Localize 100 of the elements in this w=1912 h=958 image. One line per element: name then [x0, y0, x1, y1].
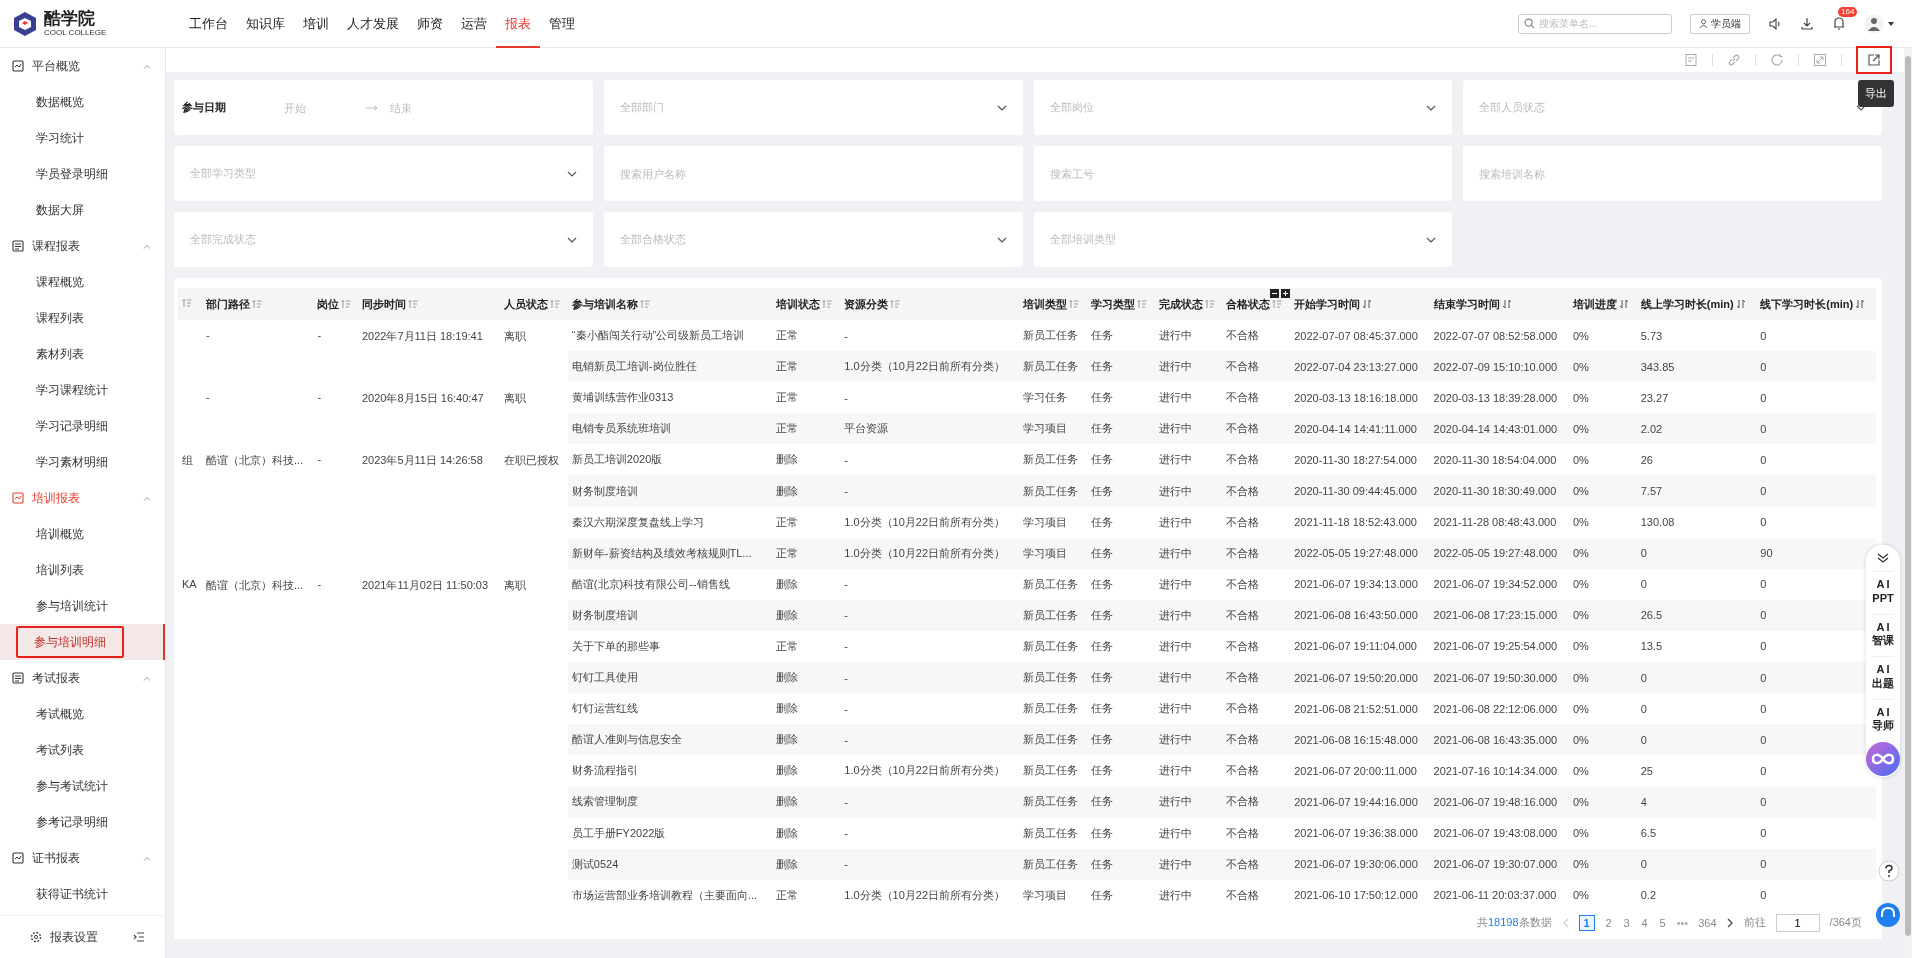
table-cell: 任务 [1090, 764, 1113, 777]
export-button[interactable] [1856, 46, 1892, 74]
sidebar-group[interactable]: 证书报表 [0, 840, 165, 876]
column-header[interactable]: 线上学习时长(min) [1636, 288, 1757, 320]
expand-collapse-icon[interactable] [1270, 288, 1291, 298]
sidebar-item[interactable]: 考试概览 [0, 696, 165, 732]
ai-button[interactable]: AI 智课 [1872, 613, 1894, 648]
student-button[interactable]: 学员端 [1690, 13, 1750, 34]
column-header[interactable]: 线下学习时长(min) [1756, 288, 1876, 320]
table-cell: 0 [1760, 764, 1767, 777]
table-cell: - [844, 391, 848, 404]
nav-tab[interactable]: 培训 [294, 0, 338, 48]
sidebar-item[interactable]: 参与培训统计 [0, 588, 165, 624]
document-icon[interactable] [1684, 53, 1698, 67]
sidebar-item[interactable]: 数据概览 [0, 84, 165, 120]
table-cell: 0 [1640, 671, 1647, 684]
column-header[interactable]: 资源分类 [840, 288, 1020, 320]
sidebar-item[interactable]: 参考记录明细 [0, 804, 165, 840]
sidebar-item[interactable]: 学员登录明细 [0, 156, 165, 192]
sort-icon[interactable] [1362, 299, 1373, 309]
column-header[interactable]: 学习类型 [1086, 288, 1155, 320]
ai-button[interactable]: AI 导师 [1872, 698, 1894, 733]
download-icon[interactable] [1800, 16, 1814, 31]
table-cell: 任务 [1090, 360, 1113, 373]
ai-button[interactable]: AI 出题 [1872, 656, 1894, 691]
sidebar-group[interactable]: 平台概览 [0, 48, 165, 84]
collapse-icon[interactable] [133, 932, 145, 942]
table-cell: 0% [1572, 391, 1589, 404]
column-header[interactable]: 岗位 [313, 288, 358, 320]
avatar-icon[interactable] [1864, 13, 1884, 34]
column-header[interactable]: 合格状态 [1222, 288, 1291, 320]
caret-icon[interactable] [1888, 21, 1894, 26]
nav-tab[interactable]: 管理 [540, 0, 584, 48]
search-field[interactable]: 搜索用户名称 [603, 146, 1023, 201]
page-input[interactable]: 1 [1775, 913, 1820, 932]
chevron-icon [1856, 104, 1866, 111]
page-button[interactable]: 2 [1604, 916, 1613, 929]
sort-icon[interactable] [1735, 299, 1746, 309]
column-header[interactable]: 同步时间 [357, 288, 501, 320]
sidebar-item[interactable]: 培训概览 [0, 516, 165, 552]
sidebar-item[interactable]: 学习课程统计 [0, 372, 165, 408]
next-page-icon[interactable] [1726, 917, 1734, 928]
refresh-icon[interactable] [1770, 53, 1784, 67]
volume-icon[interactable] [1768, 16, 1782, 31]
sidebar-item[interactable]: 课程列表 [0, 300, 165, 336]
table-cell: 新财年-薪资结构及绩效考核规则TL... [571, 546, 752, 559]
column-header[interactable]: 结束学习时间 [1429, 288, 1569, 320]
page-button[interactable]: 3 [1622, 916, 1631, 929]
page-button[interactable]: 1 [1578, 914, 1595, 931]
sidebar-item[interactable]: 学习素材明细 [0, 444, 165, 480]
sort-icon[interactable] [1618, 299, 1629, 309]
sidebar-item[interactable]: 参与培训明细 [0, 624, 165, 660]
table-cell: 0 [1760, 485, 1767, 497]
headset-icon[interactable] [1876, 903, 1900, 927]
sidebar-group[interactable]: 课程报表 [0, 228, 165, 264]
page-count: /364页 [1829, 915, 1862, 931]
nav-tab[interactable]: 师资 [408, 0, 452, 48]
table-cell: 0% [1572, 453, 1589, 466]
sidebar-item[interactable]: 数据大屏 [0, 192, 165, 228]
ai-button[interactable]: AI PPT [1872, 571, 1894, 606]
nav-tab[interactable]: 知识库 [237, 0, 294, 48]
sidebar-group[interactable]: 考试报表 [0, 660, 165, 696]
sidebar-item[interactable]: 学习记录明细 [0, 408, 165, 444]
column-header[interactable] [178, 288, 203, 320]
nav-tab[interactable]: 人才发展 [338, 0, 408, 48]
sidebar-item[interactable]: 素材列表 [0, 336, 165, 372]
table-cell: 5.73 [1640, 329, 1663, 342]
column-header[interactable]: 完成状态 [1154, 288, 1223, 320]
nav-tab[interactable]: 运营 [452, 0, 496, 48]
sidebar-group[interactable]: 培训报表 [0, 480, 165, 516]
page-button[interactable]: 4 [1640, 916, 1649, 929]
previous-page-icon[interactable] [1561, 917, 1569, 928]
sidebar-item[interactable]: 参与考试统计 [0, 768, 165, 804]
column-header[interactable]: 开始学习时间 [1290, 288, 1430, 320]
tooltip: 导出 [1858, 80, 1894, 107]
link-icon[interactable] [1727, 53, 1741, 67]
bell-icon[interactable] [1832, 16, 1846, 31]
column-header[interactable]: 培训进度 [1568, 288, 1637, 320]
report-settings-button[interactable]: 报表设置 [24, 927, 104, 947]
sidebar-item[interactable]: 课程概览 [0, 264, 165, 300]
double-chevron-icon[interactable] [1877, 553, 1889, 563]
page-button[interactable]: 5 [1658, 916, 1667, 929]
column-header[interactable]: 部门路径 [202, 288, 314, 320]
sidebar-item[interactable]: 培训列表 [0, 552, 165, 588]
column-header[interactable]: 人员状态 [500, 288, 568, 320]
page-button[interactable]: 364 [1698, 916, 1717, 929]
fullscreen-icon[interactable] [1813, 53, 1827, 67]
sort-icon[interactable] [1501, 299, 1512, 309]
sidebar-item[interactable]: 考试列表 [0, 732, 165, 768]
infinity-icon[interactable] [1865, 741, 1901, 777]
column-header[interactable]: 培训类型 [1019, 288, 1087, 320]
nav-tab[interactable]: 工作台 [180, 0, 237, 48]
sidebar-item[interactable]: 学习统计 [0, 120, 165, 156]
help-icon[interactable] [1878, 860, 1900, 882]
sidebar-item[interactable]: 获得证书统计 [0, 876, 165, 912]
column-header[interactable]: 参与培训名称 [567, 288, 773, 320]
sort-icon[interactable] [1855, 299, 1866, 309]
search-field[interactable]: 搜索培训名称 [1463, 146, 1882, 201]
column-header[interactable]: 培训状态 [772, 288, 841, 320]
table-cell: 删除 [776, 795, 799, 808]
